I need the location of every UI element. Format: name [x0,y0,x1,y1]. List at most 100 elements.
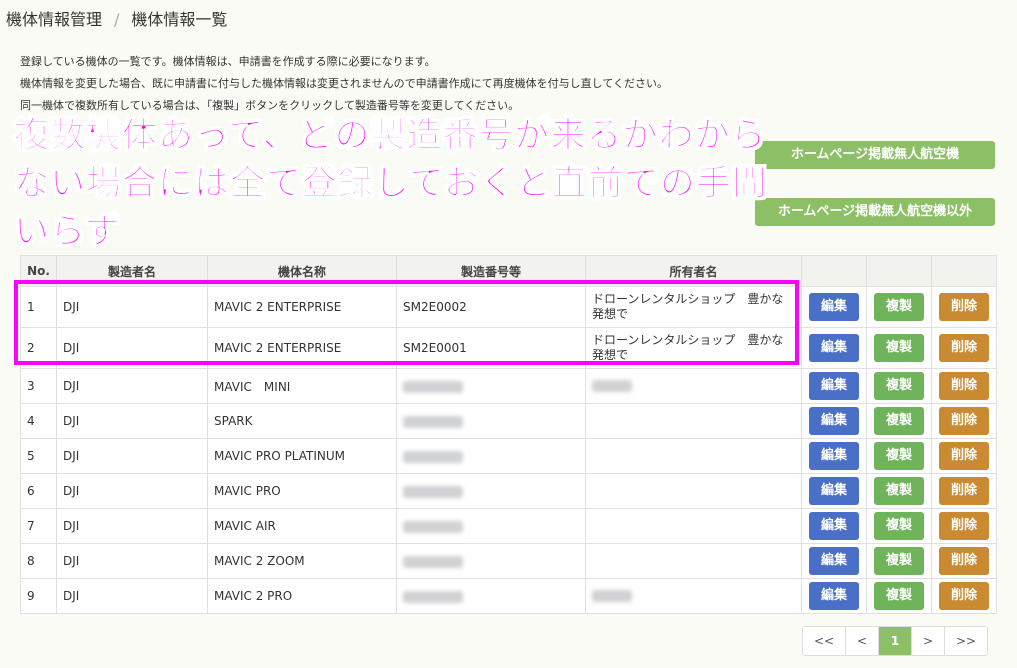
edit-button[interactable]: 編集 [809,512,859,540]
cell-delete: 削除 [931,543,997,579]
delete-button[interactable]: 削除 [939,512,989,540]
cell-no: 2 [20,327,57,369]
cell-no: 7 [20,508,57,544]
cell-delete: 削除 [931,578,997,614]
machine-table: No. 製造者名 機体名称 製造番号等 所有者名 1 DJI MAVIC 2 ENT… [20,255,997,614]
copy-button[interactable]: 複製 [874,334,924,362]
copy-button[interactable]: 複製 [874,512,924,540]
cell-owner: ドローンレンタルショップ 豊かな発想で [585,327,802,369]
cell-maker: DJI [56,403,208,439]
cell-owner [585,578,802,614]
cell-copy: 複製 [866,403,932,439]
cell-edit: 編集 [801,327,867,369]
hp-listed-aircraft-button[interactable]: ホームページ掲載無人航空機 [755,141,995,169]
cell-serial [396,578,586,614]
edit-button[interactable]: 編集 [809,407,859,435]
header-owner: 所有者名 [585,255,802,287]
breadcrumb-parent[interactable]: 機体情報管理 [6,10,102,29]
cell-copy: 複製 [866,473,932,509]
cell-no: 3 [20,368,57,404]
cell-owner: ドローンレンタルショップ 豊かな発想で [585,286,802,328]
cell-maker: DJI [56,543,208,579]
cell-no: 6 [20,473,57,509]
cell-maker: DJI [56,578,208,614]
cell-owner [585,403,802,439]
delete-button[interactable]: 削除 [939,477,989,505]
delete-button[interactable]: 削除 [939,582,989,610]
header-edit [801,255,867,287]
copy-button[interactable]: 複製 [874,547,924,575]
cell-maker: DJI [56,327,208,369]
cell-delete: 削除 [931,473,997,509]
cell-no: 1 [20,286,57,328]
cell-serial [396,508,586,544]
copy-button[interactable]: 複製 [874,293,924,321]
delete-button[interactable]: 削除 [939,547,989,575]
cell-delete: 削除 [931,403,997,439]
cell-no: 4 [20,403,57,439]
cell-delete: 削除 [931,508,997,544]
cell-serial [396,368,586,404]
page-last-button[interactable]: >> [945,627,987,655]
table-row: 1 DJI MAVIC 2 ENTERPRISE SM2E0002 ドローンレンタルショ… [20,286,997,328]
cell-serial [396,403,586,439]
table-row: 7 DJI MAVIC AIR 編集 複製 削除 [20,508,997,544]
copy-button[interactable]: 複製 [874,477,924,505]
edit-button[interactable]: 編集 [809,442,859,470]
cell-copy: 複製 [866,508,932,544]
header-no: No. [20,255,57,287]
cell-owner [585,368,802,404]
annotation-line-1: 複数機体あって、どの製造番号が来るかわから [14,116,767,157]
annotation-line-3: いらず [13,212,122,253]
cell-copy: 複製 [866,578,932,614]
cell-edit: 編集 [801,543,867,579]
cell-edit: 編集 [801,508,867,544]
redacted-value [403,380,463,393]
table-row: 2 DJI MAVIC 2 ENTERPRISE SM2E0001 ドローンレンタルショ… [20,327,997,369]
edit-button[interactable]: 編集 [809,547,859,575]
delete-button[interactable]: 削除 [939,293,989,321]
header-delete [931,255,997,287]
edit-button[interactable]: 編集 [809,372,859,400]
delete-button[interactable]: 削除 [939,442,989,470]
table-row: 5 DJI MAVIC PRO PLATINUM 編集 複製 削除 [20,438,997,474]
delete-button[interactable]: 削除 [939,407,989,435]
delete-button[interactable]: 削除 [939,372,989,400]
cell-copy: 複製 [866,327,932,369]
page-next-button[interactable]: > [912,627,945,655]
copy-button[interactable]: 複製 [874,407,924,435]
page-prev-button[interactable]: < [846,627,879,655]
cell-edit: 編集 [801,368,867,404]
edit-button[interactable]: 編集 [809,477,859,505]
cell-model: MAVIC AIR [207,508,397,544]
cell-maker: DJI [56,473,208,509]
edit-button[interactable]: 編集 [809,582,859,610]
table-header-row: No. 製造者名 機体名称 製造番号等 所有者名 [20,255,997,287]
delete-button[interactable]: 削除 [939,334,989,362]
cell-serial: SM2E0002 [396,286,586,328]
cell-maker: DJI [56,438,208,474]
redacted-value [403,450,463,463]
cell-maker: DJI [56,508,208,544]
edit-button[interactable]: 編集 [809,293,859,321]
cell-copy: 複製 [866,286,932,328]
table-row: 8 DJI MAVIC 2 ZOOM 編集 複製 削除 [20,543,997,579]
cell-delete: 削除 [931,327,997,369]
page-current[interactable]: 1 [879,627,912,655]
page-first-button[interactable]: << [803,627,846,655]
copy-button[interactable]: 複製 [874,372,924,400]
cell-model: MAVIC 2 ENTERPRISE [207,327,397,369]
annotation-line-2: ない場合には全て登録しておくと直前での手間 [14,164,768,205]
cell-copy: 複製 [866,543,932,579]
cell-no: 8 [20,543,57,579]
cell-serial: SM2E0001 [396,327,586,369]
cell-model: SPARK [207,403,397,439]
copy-button[interactable]: 複製 [874,582,924,610]
breadcrumb-separator: / [114,10,120,29]
cell-serial [396,438,586,474]
cell-model: MAVIC PRO PLATINUM [207,438,397,474]
copy-button[interactable]: 複製 [874,442,924,470]
header-model: 機体名称 [207,255,397,287]
edit-button[interactable]: 編集 [809,334,859,362]
hp-other-aircraft-button[interactable]: ホームページ掲載無人航空機以外 [755,198,995,226]
